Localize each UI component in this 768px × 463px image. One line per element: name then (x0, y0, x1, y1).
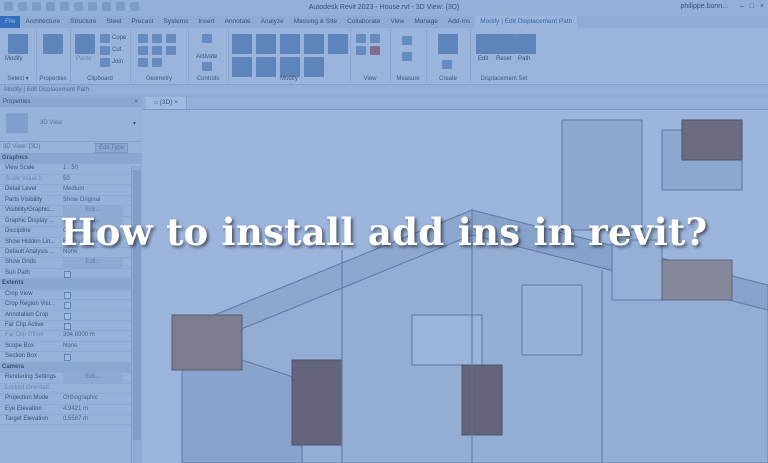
revit-window: Autodesk Revit 2023 - House.rvt - 3D Vie… (0, 0, 768, 463)
article-headline: How to install add ins in revit? (60, 210, 708, 254)
